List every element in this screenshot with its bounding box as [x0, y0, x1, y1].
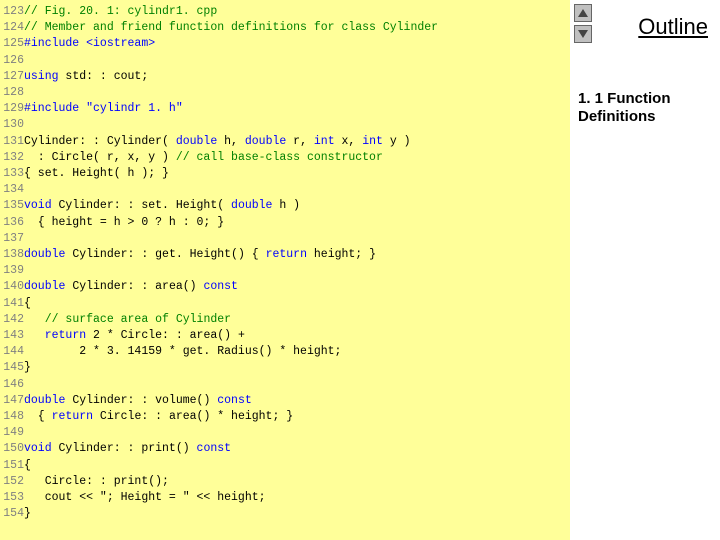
code-line: 153 cout << "; Height = " << height; [0, 490, 560, 506]
line-number: 153 [0, 490, 24, 506]
line-number: 149 [0, 425, 24, 441]
line-number: 145 [0, 360, 24, 376]
line-content: cout << "; Height = " << height; [24, 490, 266, 506]
line-number: 148 [0, 409, 24, 425]
line-content: { [24, 296, 31, 312]
line-number: 131 [0, 134, 24, 150]
line-content: // surface area of Cylinder [24, 312, 231, 328]
chevron-up-icon [578, 9, 588, 17]
code-line: 143 return 2 * Circle: : area() + [0, 328, 560, 344]
code-line: 126 [0, 53, 560, 69]
line-number: 130 [0, 117, 24, 133]
line-number: 140 [0, 279, 24, 295]
code-line: 132 : Circle( r, x, y ) // call base-cla… [0, 150, 560, 166]
line-content: { set. Height( h ); } [24, 166, 169, 182]
line-number: 134 [0, 182, 24, 198]
code-line: 140double Cylinder: : area() const [0, 279, 560, 295]
code-line: 131Cylinder: : Cylinder( double h, doubl… [0, 134, 560, 150]
line-content: void Cylinder: : set. Height( double h ) [24, 198, 300, 214]
line-number: 133 [0, 166, 24, 182]
line-number: 150 [0, 441, 24, 457]
code-line: 146 [0, 377, 560, 393]
chevron-down-icon [578, 30, 588, 38]
line-content: return 2 * Circle: : area() + [24, 328, 245, 344]
line-number: 135 [0, 198, 24, 214]
code-line: 124// Member and friend function definit… [0, 20, 560, 36]
line-number: 136 [0, 215, 24, 231]
line-number: 126 [0, 53, 24, 69]
code-line: 154} [0, 506, 560, 522]
line-number: 144 [0, 344, 24, 360]
line-number: 129 [0, 101, 24, 117]
line-content: { return Circle: : area() * height; } [24, 409, 293, 425]
line-number: 139 [0, 263, 24, 279]
code-line: 130 [0, 117, 560, 133]
outline-section: 1. 1 Function Definitions [578, 90, 708, 126]
nav-buttons [574, 4, 592, 43]
line-content: double Cylinder: : area() const [24, 279, 238, 295]
line-number: 123 [0, 4, 24, 20]
line-number: 151 [0, 458, 24, 474]
outline-panel: Outline 1. 1 Function Definitions [570, 0, 720, 540]
code-line: 144 2 * 3. 14159 * get. Radius() * heigh… [0, 344, 560, 360]
code-line: 152 Circle: : print(); [0, 474, 560, 490]
code-line: 135void Cylinder: : set. Height( double … [0, 198, 560, 214]
code-line: 133{ set. Height( h ); } [0, 166, 560, 182]
line-content: double Cylinder: : volume() const [24, 393, 252, 409]
code-line: 145} [0, 360, 560, 376]
line-content: // Fig. 20. 1: cylindr1. cpp [24, 4, 217, 20]
line-content: using std: : cout; [24, 69, 148, 85]
line-content: #include "cylindr 1. h" [24, 101, 183, 117]
code-line: 128 [0, 85, 560, 101]
code-line: 136 { height = h > 0 ? h : 0; } [0, 215, 560, 231]
line-content: : Circle( r, x, y ) // call base-class c… [24, 150, 383, 166]
line-number: 143 [0, 328, 24, 344]
code-line: 134 [0, 182, 560, 198]
line-content: Cylinder: : Cylinder( double h, double r… [24, 134, 411, 150]
line-number: 132 [0, 150, 24, 166]
code-line: 148 { return Circle: : area() * height; … [0, 409, 560, 425]
nav-down-button[interactable] [574, 25, 592, 43]
line-number: 141 [0, 296, 24, 312]
line-content: { [24, 458, 31, 474]
outline-title: Outline [638, 14, 708, 40]
line-content: Circle: : print(); [24, 474, 169, 490]
line-content: } [24, 360, 31, 376]
line-content: void Cylinder: : print() const [24, 441, 231, 457]
line-content: double Cylinder: : get. Height() { retur… [24, 247, 376, 263]
nav-up-button[interactable] [574, 4, 592, 22]
line-content: { height = h > 0 ? h : 0; } [24, 215, 224, 231]
line-content: 2 * 3. 14159 * get. Radius() * height; [24, 344, 341, 360]
code-line: 149 [0, 425, 560, 441]
code-line: 138double Cylinder: : get. Height() { re… [0, 247, 560, 263]
code-line: 137 [0, 231, 560, 247]
line-number: 147 [0, 393, 24, 409]
line-number: 152 [0, 474, 24, 490]
line-number: 127 [0, 69, 24, 85]
code-line: 127using std: : cout; [0, 69, 560, 85]
code-line: 147double Cylinder: : volume() const [0, 393, 560, 409]
code-line: 123// Fig. 20. 1: cylindr1. cpp [0, 4, 560, 20]
code-line: 129#include "cylindr 1. h" [0, 101, 560, 117]
line-number: 137 [0, 231, 24, 247]
line-number: 154 [0, 506, 24, 522]
code-listing: 123// Fig. 20. 1: cylindr1. cpp124// Mem… [0, 0, 560, 523]
line-number: 146 [0, 377, 24, 393]
code-line: 141{ [0, 296, 560, 312]
line-content: // Member and friend function definition… [24, 20, 438, 36]
line-number: 138 [0, 247, 24, 263]
line-content: #include <iostream> [24, 36, 155, 52]
line-content: } [24, 506, 31, 522]
line-number: 125 [0, 36, 24, 52]
line-number: 124 [0, 20, 24, 36]
code-line: 125#include <iostream> [0, 36, 560, 52]
code-line: 151{ [0, 458, 560, 474]
code-line: 142 // surface area of Cylinder [0, 312, 560, 328]
code-line: 139 [0, 263, 560, 279]
line-number: 128 [0, 85, 24, 101]
code-line: 150void Cylinder: : print() const [0, 441, 560, 457]
line-number: 142 [0, 312, 24, 328]
